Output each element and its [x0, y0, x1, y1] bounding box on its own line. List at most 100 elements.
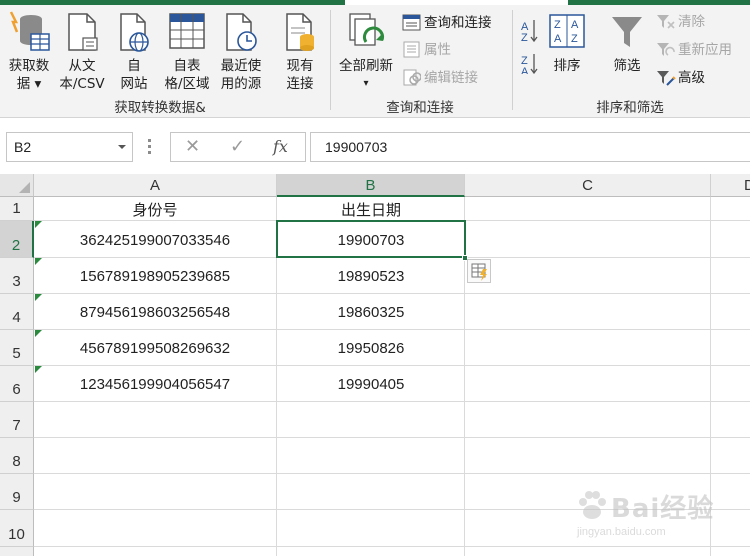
- row-header-9[interactable]: 9: [0, 474, 34, 510]
- refresh-all-label: 全部刷新: [339, 58, 393, 74]
- formula-input[interactable]: 19900703: [310, 132, 750, 162]
- cell-b4[interactable]: 19860325: [277, 302, 465, 324]
- row-header-1[interactable]: 1: [0, 197, 34, 221]
- formula-bar-grip-icon[interactable]: [148, 139, 152, 155]
- recent-sources-label-2: 用的源: [220, 76, 262, 92]
- error-indicator-icon[interactable]: [35, 221, 42, 228]
- cancel-icon[interactable]: ✕: [185, 136, 200, 157]
- properties-icon: [403, 41, 420, 58]
- row-number: 8: [12, 453, 21, 470]
- row-number: 10: [8, 526, 25, 543]
- existing-connections-label-1: 现有: [286, 58, 314, 74]
- reapply-button[interactable]: 重新应用: [656, 40, 746, 62]
- row-header-3[interactable]: 3: [0, 258, 34, 294]
- filter-button[interactable]: 筛选: [606, 8, 648, 94]
- from-table-range-button[interactable]: 自表 格/区域: [158, 8, 216, 94]
- from-table-label-1: 自表: [173, 58, 201, 74]
- cell-a4[interactable]: 879456198603256548: [34, 302, 276, 324]
- from-web-label-1: 自: [127, 58, 141, 74]
- row-header-10[interactable]: 10: [0, 510, 34, 547]
- error-indicator-icon[interactable]: [35, 366, 42, 373]
- name-box-value: B2: [14, 139, 32, 155]
- row-header-5[interactable]: 5: [0, 330, 34, 366]
- get-data-button[interactable]: 获取数 据 ▾: [2, 8, 56, 94]
- column-header-d[interactable]: D: [711, 174, 750, 197]
- sort-ascending-button[interactable]: A Z Z A: [516, 14, 544, 74]
- queries-pane-icon: [402, 14, 421, 31]
- error-indicator-icon[interactable]: [35, 330, 42, 337]
- get-data-label-1: 获取数: [8, 58, 50, 74]
- formula-bar: B2 ✕ ✓ fx 19900703: [0, 118, 750, 174]
- group-separator: [330, 10, 331, 110]
- column-header-c[interactable]: C: [465, 174, 711, 197]
- properties-button[interactable]: 属性: [402, 40, 482, 62]
- insert-function-icon[interactable]: fx: [273, 137, 288, 156]
- from-text-csv-button[interactable]: 从文 本/CSV: [56, 8, 108, 94]
- cell-b5[interactable]: 19950826: [277, 338, 465, 360]
- sort-filter-group-label: 排序和筛选: [596, 100, 664, 116]
- refresh-all-button[interactable]: 全部刷新 ▾: [334, 8, 398, 94]
- advanced-filter-button[interactable]: 高级: [656, 68, 726, 90]
- enter-icon[interactable]: ✓: [230, 136, 245, 157]
- existing-connections-label-2: 连接: [286, 76, 314, 92]
- select-all-triangle-icon: [19, 182, 30, 193]
- gridline: [34, 437, 750, 438]
- row-header-4[interactable]: 4: [0, 294, 34, 330]
- cell-a3[interactable]: 156789198905239685: [34, 266, 276, 288]
- name-box[interactable]: B2: [6, 132, 133, 162]
- cell-b6[interactable]: 19990405: [277, 374, 465, 396]
- gridline: [34, 329, 750, 330]
- column-header-b[interactable]: B: [277, 174, 465, 197]
- queries-connections-button[interactable]: 查询和连接: [402, 13, 512, 35]
- row-header-11[interactable]: [0, 547, 34, 556]
- from-text-label-1: 从文: [68, 58, 96, 74]
- flash-fill-icon: [471, 263, 487, 281]
- table-grid-icon: [169, 13, 205, 49]
- web-globe-icon: [120, 13, 149, 52]
- error-indicator-icon[interactable]: [35, 258, 42, 265]
- sort-dialog-icon: Z A A Z: [549, 14, 585, 48]
- group-separator: [512, 10, 513, 110]
- cell-b3[interactable]: 19890523: [277, 266, 465, 288]
- cell-a1[interactable]: 身份号: [34, 199, 276, 221]
- reapply-icon: [657, 43, 675, 56]
- cell-b1[interactable]: 出生日期: [277, 199, 465, 221]
- row-header-2[interactable]: 2: [0, 221, 34, 258]
- clear-filter-button[interactable]: 清除: [656, 12, 726, 34]
- cell-a5[interactable]: 456789199508269632: [34, 338, 276, 360]
- database-table-icon: [9, 11, 50, 51]
- flash-fill-options-button[interactable]: [467, 259, 491, 283]
- column-header-a[interactable]: A: [34, 174, 277, 197]
- row-header-8[interactable]: 8: [0, 438, 34, 474]
- select-all-button[interactable]: [0, 174, 34, 197]
- sort-label: 排序: [553, 58, 581, 74]
- error-indicator-icon[interactable]: [35, 294, 42, 301]
- svg-text:A: A: [554, 33, 562, 45]
- recent-sources-button[interactable]: 最近使 用的源: [215, 8, 267, 94]
- formula-buttons: ✕ ✓ fx: [170, 132, 306, 162]
- from-text-label-2: 本/CSV: [59, 76, 105, 92]
- get-transform-group-label: 获取转换数据&: [114, 100, 206, 116]
- ribbon-top-strip: [0, 0, 750, 5]
- sort-button[interactable]: Z A A Z 排序: [546, 8, 588, 94]
- chevron-down-icon[interactable]: [118, 145, 126, 149]
- refresh-icon: [349, 13, 384, 46]
- row-header-7[interactable]: 7: [0, 402, 34, 438]
- edit-links-button[interactable]: 编辑链接: [402, 68, 502, 90]
- from-web-button[interactable]: 自 网站: [110, 8, 158, 94]
- gridline: [34, 546, 750, 547]
- queries-connections-label: 查询和连接: [424, 15, 492, 31]
- ribbon-accent-bar-right: [568, 0, 750, 5]
- cell-a6[interactable]: 123456199904056547: [34, 374, 276, 396]
- properties-label: 属性: [424, 42, 451, 58]
- svg-text:A: A: [571, 19, 579, 31]
- existing-connections-button[interactable]: 现有 连接: [277, 8, 323, 94]
- gridline: [34, 473, 750, 474]
- row-header-6[interactable]: 6: [0, 366, 34, 402]
- filter-funnel-icon: [612, 17, 642, 47]
- refresh-all-dropdown[interactable]: ▾: [334, 74, 398, 94]
- gridline: [34, 509, 750, 510]
- clear-filter-label: 清除: [678, 14, 705, 30]
- cell-a2[interactable]: 362425199007033546: [34, 230, 276, 252]
- row-number: 9: [12, 489, 21, 506]
